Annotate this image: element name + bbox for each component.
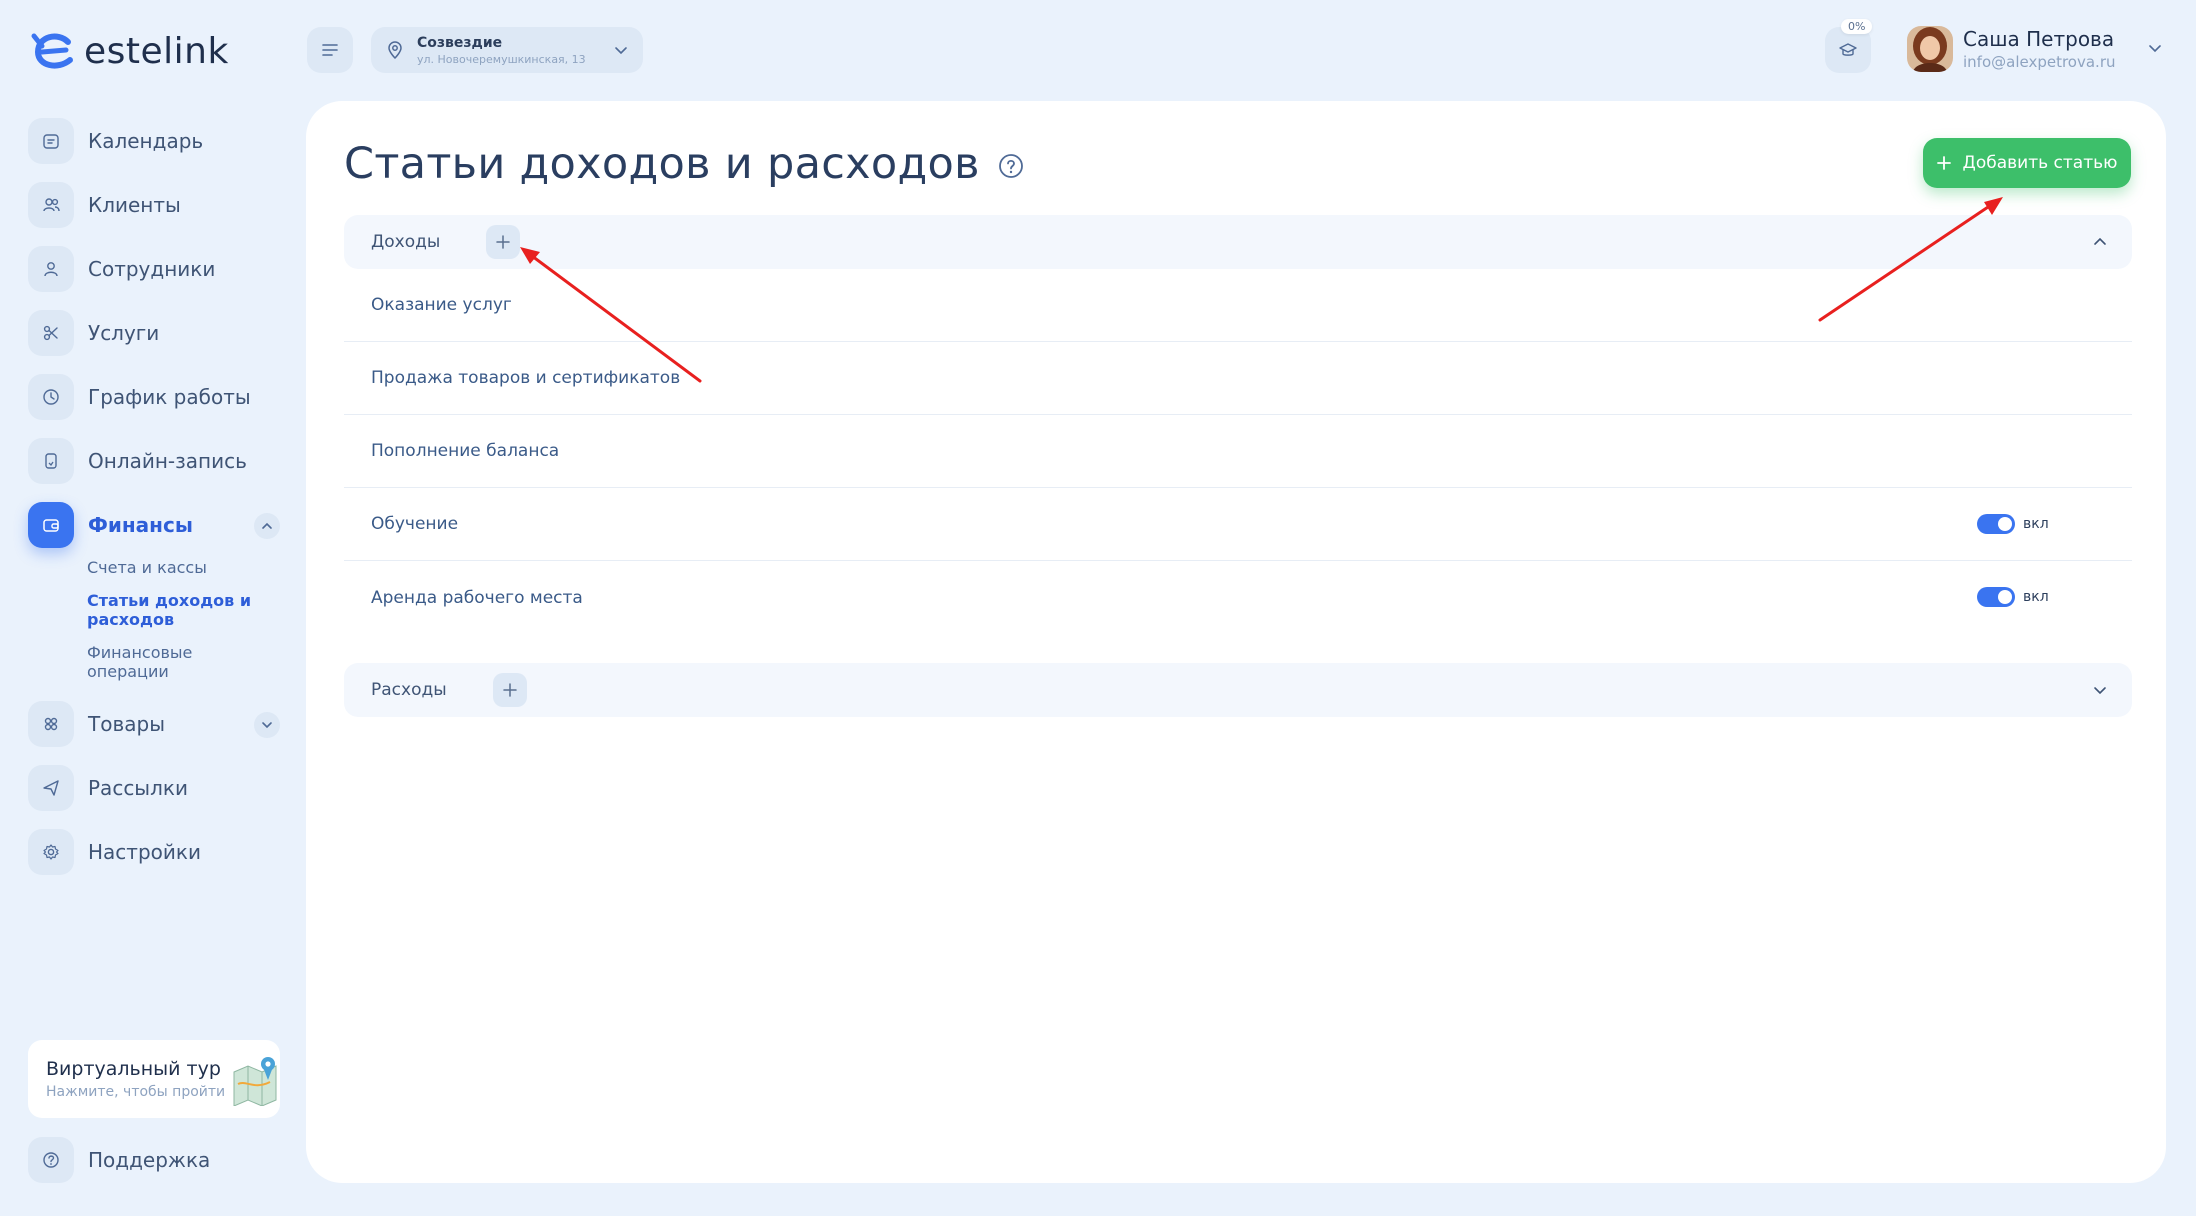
list-item-label: Оказание услуг — [371, 295, 512, 315]
help-icon[interactable] — [998, 153, 1024, 179]
finance-collapse-toggle[interactable] — [254, 513, 280, 539]
sidebar-item-finance[interactable]: Финансы — [28, 502, 280, 548]
sidebar-item-label: Услуги — [88, 321, 160, 345]
sidebar-item-services[interactable]: Услуги — [28, 310, 280, 356]
gear-icon — [28, 829, 74, 875]
user-email: info@alexpetrova.ru — [1963, 53, 2116, 71]
list-item-label: Аренда рабочего места — [371, 587, 583, 608]
chevron-up-icon[interactable] — [2090, 232, 2110, 252]
expense-section-title: Расходы — [371, 680, 447, 700]
add-expense-button[interactable] — [492, 673, 527, 707]
page-title: Статьи доходов и расходов — [344, 139, 1024, 189]
graduation-cap-icon — [1839, 43, 1857, 56]
progress-badge: 0% — [1841, 19, 1873, 34]
employee-icon — [28, 246, 74, 292]
add-income-button[interactable] — [486, 225, 521, 259]
menu-toggle-button[interactable] — [307, 27, 353, 73]
menu-icon — [322, 44, 338, 56]
location-pin-icon — [388, 41, 402, 60]
sidebar-item-online-booking[interactable]: Онлайн-запись — [28, 438, 280, 484]
chevron-down-icon — [262, 722, 272, 729]
toggle-label: вкл — [2023, 516, 2049, 532]
estelink-logo-icon — [31, 33, 73, 69]
sidebar-nav: Календарь Клиенты Сотрудники Услуги Граф… — [28, 118, 280, 893]
list-item[interactable]: Пополнение баланса — [344, 415, 2132, 488]
chevron-up-icon — [262, 522, 272, 529]
branch-name: Созвездие — [417, 34, 503, 51]
submenu-income-expense-items[interactable]: Статьи доходов и расходов — [87, 591, 257, 629]
list-item-label: Продажа товаров и сертификатов — [371, 368, 681, 388]
list-item[interactable]: Аренда рабочего места вкл — [344, 561, 2132, 634]
user-chevron-down-icon[interactable] — [2145, 38, 2165, 58]
sidebar-item-mailings[interactable]: Рассылки — [28, 765, 280, 811]
branch-selector[interactable]: Созвездие ул. Новочеремушкинская, 13 — [371, 27, 643, 73]
wallet-icon — [28, 502, 74, 548]
calendar-icon — [28, 118, 74, 164]
scissors-icon — [28, 310, 74, 356]
sidebar-item-label: График работы — [88, 385, 251, 409]
sidebar-item-employees[interactable]: Сотрудники — [28, 246, 280, 292]
expense-section: Расходы — [344, 663, 2132, 717]
chevron-down-icon — [615, 47, 627, 55]
submenu-accounts[interactable]: Счета и кассы — [87, 558, 280, 577]
item-toggle[interactable]: вкл — [1977, 587, 2049, 607]
income-section-header[interactable]: Доходы — [344, 215, 2132, 269]
avatar — [1907, 26, 1953, 72]
finance-submenu: Счета и кассы Статьи доходов и расходов … — [87, 558, 280, 681]
map-icon — [233, 1057, 277, 1106]
clients-icon — [28, 182, 74, 228]
plus-icon — [502, 683, 517, 697]
branch-address: ул. Новочеремушкинская, 13 — [417, 52, 586, 66]
sidebar-item-schedule[interactable]: График работы — [28, 374, 280, 420]
sidebar-item-label: Сотрудники — [88, 257, 216, 281]
send-icon — [28, 765, 74, 811]
sidebar-item-calendar[interactable]: Календарь — [28, 118, 280, 164]
phone-icon — [28, 438, 74, 484]
submenu-financial-operations[interactable]: Финансовые операции — [87, 643, 237, 681]
clock-icon — [28, 374, 74, 420]
brand-logo[interactable]: estelink — [28, 30, 229, 72]
add-item-button[interactable]: Добавить статью — [1923, 138, 2131, 188]
goods-expand-toggle[interactable] — [254, 712, 280, 738]
chevron-down-icon[interactable] — [2090, 680, 2110, 700]
sidebar-item-label: Товары — [88, 712, 165, 736]
list-item[interactable]: Оказание услуг — [344, 269, 2132, 342]
user-name: Саша Петрова — [1963, 27, 2115, 51]
toggle-label: вкл — [2023, 589, 2049, 605]
sidebar-item-label: Финансы — [88, 513, 193, 537]
user-photo-icon — [1907, 26, 1953, 72]
toggle-switch[interactable] — [1977, 587, 2015, 607]
sidebar-item-label: Клиенты — [88, 193, 181, 217]
goods-icon — [28, 701, 74, 747]
list-item[interactable]: Продажа товаров и сертификатов — [344, 342, 2132, 415]
list-item[interactable]: Обучение вкл — [344, 488, 2132, 561]
income-section-title: Доходы — [371, 232, 441, 252]
plus-icon — [1936, 156, 1951, 170]
sidebar-item-clients[interactable]: Клиенты — [28, 182, 280, 228]
sidebar-item-goods[interactable]: Товары — [28, 701, 280, 747]
main-content: Статьи доходов и расходов Добавить стать… — [306, 101, 2166, 1183]
sidebar-item-label: Календарь — [88, 129, 204, 153]
virtual-tour-card[interactable]: Виртуальный тур Нажмите, чтобы пройти — [28, 1040, 280, 1118]
expense-section-header[interactable]: Расходы — [344, 663, 2132, 717]
list-item-label: Пополнение баланса — [371, 441, 560, 461]
sidebar-item-label: Рассылки — [88, 776, 188, 800]
sidebar-item-label: Онлайн-запись — [88, 449, 247, 473]
brand-name: estelink — [84, 30, 229, 72]
help-circle-icon — [28, 1137, 74, 1183]
item-toggle[interactable]: вкл — [1977, 514, 2049, 534]
user-menu[interactable]: Саша Петрова info@alexpetrova.ru — [1907, 26, 2116, 72]
toggle-switch[interactable] — [1977, 514, 2015, 534]
support-label: Поддержка — [88, 1148, 211, 1172]
add-item-button-label: Добавить статью — [1962, 153, 2118, 173]
income-section: Доходы Оказание услуг Продажа товаров и … — [344, 215, 2132, 634]
sidebar-item-settings[interactable]: Настройки — [28, 829, 280, 875]
sidebar-item-support[interactable]: Поддержка — [28, 1137, 210, 1183]
plus-icon — [496, 235, 511, 249]
list-item-label: Обучение — [371, 514, 459, 534]
sidebar-item-label: Настройки — [88, 840, 201, 864]
page-title-text: Статьи доходов и расходов — [344, 139, 980, 189]
